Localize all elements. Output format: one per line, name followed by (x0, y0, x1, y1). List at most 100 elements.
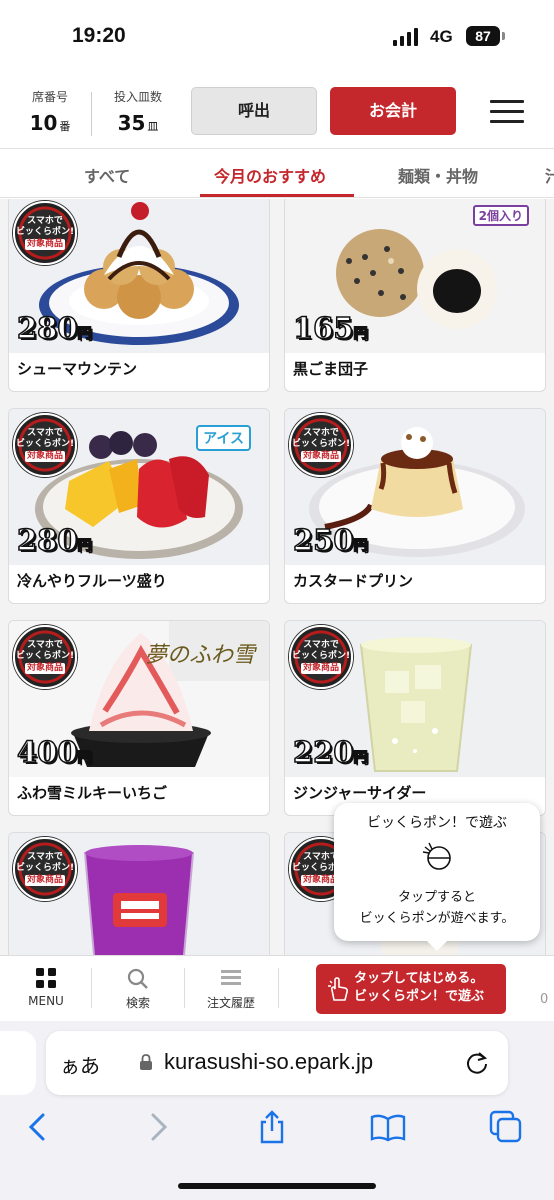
product-name: ふわ雪ミルキーいちご (17, 784, 168, 802)
bikkura-pon-badge: スマホで ビッくらポン! 対象商品 (13, 201, 77, 265)
app-header: 席番号 10 番 投入皿数 35 皿 呼出 お会計 (0, 78, 554, 148)
badge-line3: 対象商品 (24, 663, 65, 674)
badge-line2: ビッくらポン! (15, 863, 75, 873)
reader-aa-button[interactable]: ぁあ (60, 1050, 100, 1079)
play-line1: タップしてはじめる。 (354, 971, 484, 986)
bikkura-pon-badge: スマホで ビッくらポン! 対象商品 (289, 413, 353, 477)
tab-soup[interactable]: 汁 (545, 163, 554, 187)
badge-line2: ビッくらポン! (291, 439, 351, 449)
battery-icon: 87 (466, 26, 500, 46)
call-staff-button[interactable]: 呼出 (191, 87, 317, 135)
product-price-row: 220円 (292, 734, 369, 770)
bikkura-pon-badge: スマホで ビッくらポン! 対象商品 (289, 625, 353, 689)
badge-line1: スマホで (303, 640, 339, 650)
checkout-button[interactable]: お会計 (330, 87, 456, 135)
product-card[interactable]: スマホで ビッくらポン! 対象商品 (8, 832, 270, 955)
product-card[interactable]: 2個入り 165円 黒ごま団子 (284, 199, 546, 392)
product-price-row: 280円 (16, 310, 93, 346)
quantity-tag: 2個入り (472, 205, 529, 226)
badge-line2: ビッくらポン! (15, 439, 75, 449)
product-price: 165 (292, 310, 354, 346)
tab-all[interactable]: すべて (84, 163, 130, 187)
badge-line1: スマホで (27, 852, 63, 862)
product-card[interactable]: スマホで ビッくらポン! 対象商品 280円 シューマウンテン (8, 199, 270, 392)
yen-unit: 円 (77, 749, 93, 767)
seat-number: 席番号 10 番 (24, 88, 76, 135)
seat-unit: 番 (59, 120, 71, 133)
seat-label: 席番号 (31, 90, 68, 104)
nav-order-history[interactable]: 注文履歴 (196, 956, 266, 1022)
tabs-icon[interactable] (488, 1109, 524, 1145)
previous-tab-peek[interactable] (0, 1031, 36, 1095)
tap-hand-icon (328, 976, 349, 1001)
yen-unit: 円 (77, 325, 93, 343)
product-card[interactable]: 夢のふわ雪 スマホで ビッくらポン! 対象商品 400円 ふわ雪ミルキーいちご (8, 620, 270, 816)
lock-icon (140, 1054, 152, 1070)
badge-line3: 対象商品 (300, 451, 341, 462)
product-price: 250 (292, 522, 354, 558)
category-tabs: すべて 今月のおすすめ 麺類・丼物 汁 (0, 148, 554, 198)
bikkura-pon-tooltip[interactable]: ビッくらポン！で遊ぶ タップすると ビッくらポンが遊べます。 (334, 803, 540, 951)
nav-menu-label: MENU (28, 994, 64, 1008)
tab-noodles-rice-bowls[interactable]: 麺類・丼物 (398, 163, 478, 187)
nav-menu[interactable]: MENU (14, 956, 78, 1022)
tooltip-body: タップすると ビッくらポンが遊べます。 (334, 887, 540, 929)
tooltip-tail (426, 940, 448, 951)
nav-search-label: 検索 (125, 996, 150, 1010)
hamburger-menu-icon[interactable] (490, 100, 524, 124)
badge-line1: スマホで (27, 428, 63, 438)
nav-divider (91, 968, 92, 1008)
product-name: ジンジャーサイダー (293, 784, 427, 802)
browser-chrome: ぁあ kurasushi-so.epark.jp (0, 1021, 554, 1200)
play-line2: ビッくらポン！で遊ぶ (354, 989, 485, 1004)
badge-line1: スマホで (27, 640, 63, 650)
capsule-icon (422, 841, 452, 871)
nav-divider (184, 968, 185, 1008)
badge-line2: ビッくらポン! (15, 651, 75, 661)
stack-icon (221, 970, 241, 985)
nav-history-label: 注文履歴 (206, 996, 255, 1010)
header-divider (91, 92, 92, 136)
bikkura-pon-badge: スマホで ビッくらポン! 対象商品 (13, 625, 77, 689)
yen-unit: 円 (353, 749, 369, 767)
product-card[interactable]: スマホで ビッくらポン! 対象商品 220円 ジンジャーサイダー (284, 620, 546, 816)
share-icon[interactable] (254, 1109, 290, 1145)
product-price-row: 280円 (16, 522, 93, 558)
ice-tag: アイス (196, 425, 251, 451)
seat-value: 10 (29, 111, 58, 135)
grid-icon (36, 968, 56, 988)
yen-unit: 円 (77, 537, 93, 555)
product-card[interactable]: スマホで ビッくらポン! 対象商品 アイス 280円 冷んやりフルーツ盛り (8, 408, 270, 604)
badge-line2: ビッくらポン! (291, 651, 351, 661)
search-icon (127, 968, 148, 989)
plates-value: 35 (117, 111, 146, 135)
fuwa-yuki-logo: 夢のふわ雪 (144, 643, 255, 668)
product-price: 280 (16, 522, 78, 558)
play-bikkura-pon-button[interactable]: タップしてはじめる。 ビッくらポン！で遊ぶ (316, 964, 506, 1014)
app-bottom-nav: MENU 検索 注文履歴 タップしてはじめる。 ビッくらポン！で遊ぶ 0 (0, 955, 554, 1021)
badge-line2: ビッくらポン! (15, 227, 75, 237)
url-text: kurasushi-so.epark.jp (164, 1049, 374, 1074)
forward-icon[interactable] (140, 1109, 176, 1145)
tooltip-title: ビッくらポン！で遊ぶ (367, 815, 507, 831)
badge-line1: スマホで (303, 428, 339, 438)
product-price: 400 (16, 734, 78, 770)
product-name: 冷んやりフルーツ盛り (17, 572, 167, 590)
seat-value-row: 10 番 (24, 111, 76, 135)
tab-monthly-recommend[interactable]: 今月のおすすめ (214, 163, 326, 187)
home-indicator (178, 1183, 376, 1189)
status-bar: 19:20 4G 87 (0, 0, 554, 78)
product-price-row: 165円 (292, 310, 369, 346)
tooltip-line1: タップすると (397, 890, 476, 905)
product-price: 220 (292, 734, 354, 770)
back-icon[interactable] (20, 1109, 56, 1145)
active-tab-indicator (200, 194, 354, 197)
bookmarks-icon[interactable] (370, 1109, 406, 1145)
product-price: 280 (16, 310, 78, 346)
address-bar[interactable]: ぁあ kurasushi-so.epark.jp (46, 1031, 508, 1095)
signal-icon (393, 28, 418, 46)
nav-search[interactable]: 検索 (106, 956, 170, 1022)
battery-cap (502, 32, 505, 40)
yen-unit: 円 (353, 325, 369, 343)
product-card[interactable]: スマホで ビッくらポン! 対象商品 250円 カスタードプリン (284, 408, 546, 604)
